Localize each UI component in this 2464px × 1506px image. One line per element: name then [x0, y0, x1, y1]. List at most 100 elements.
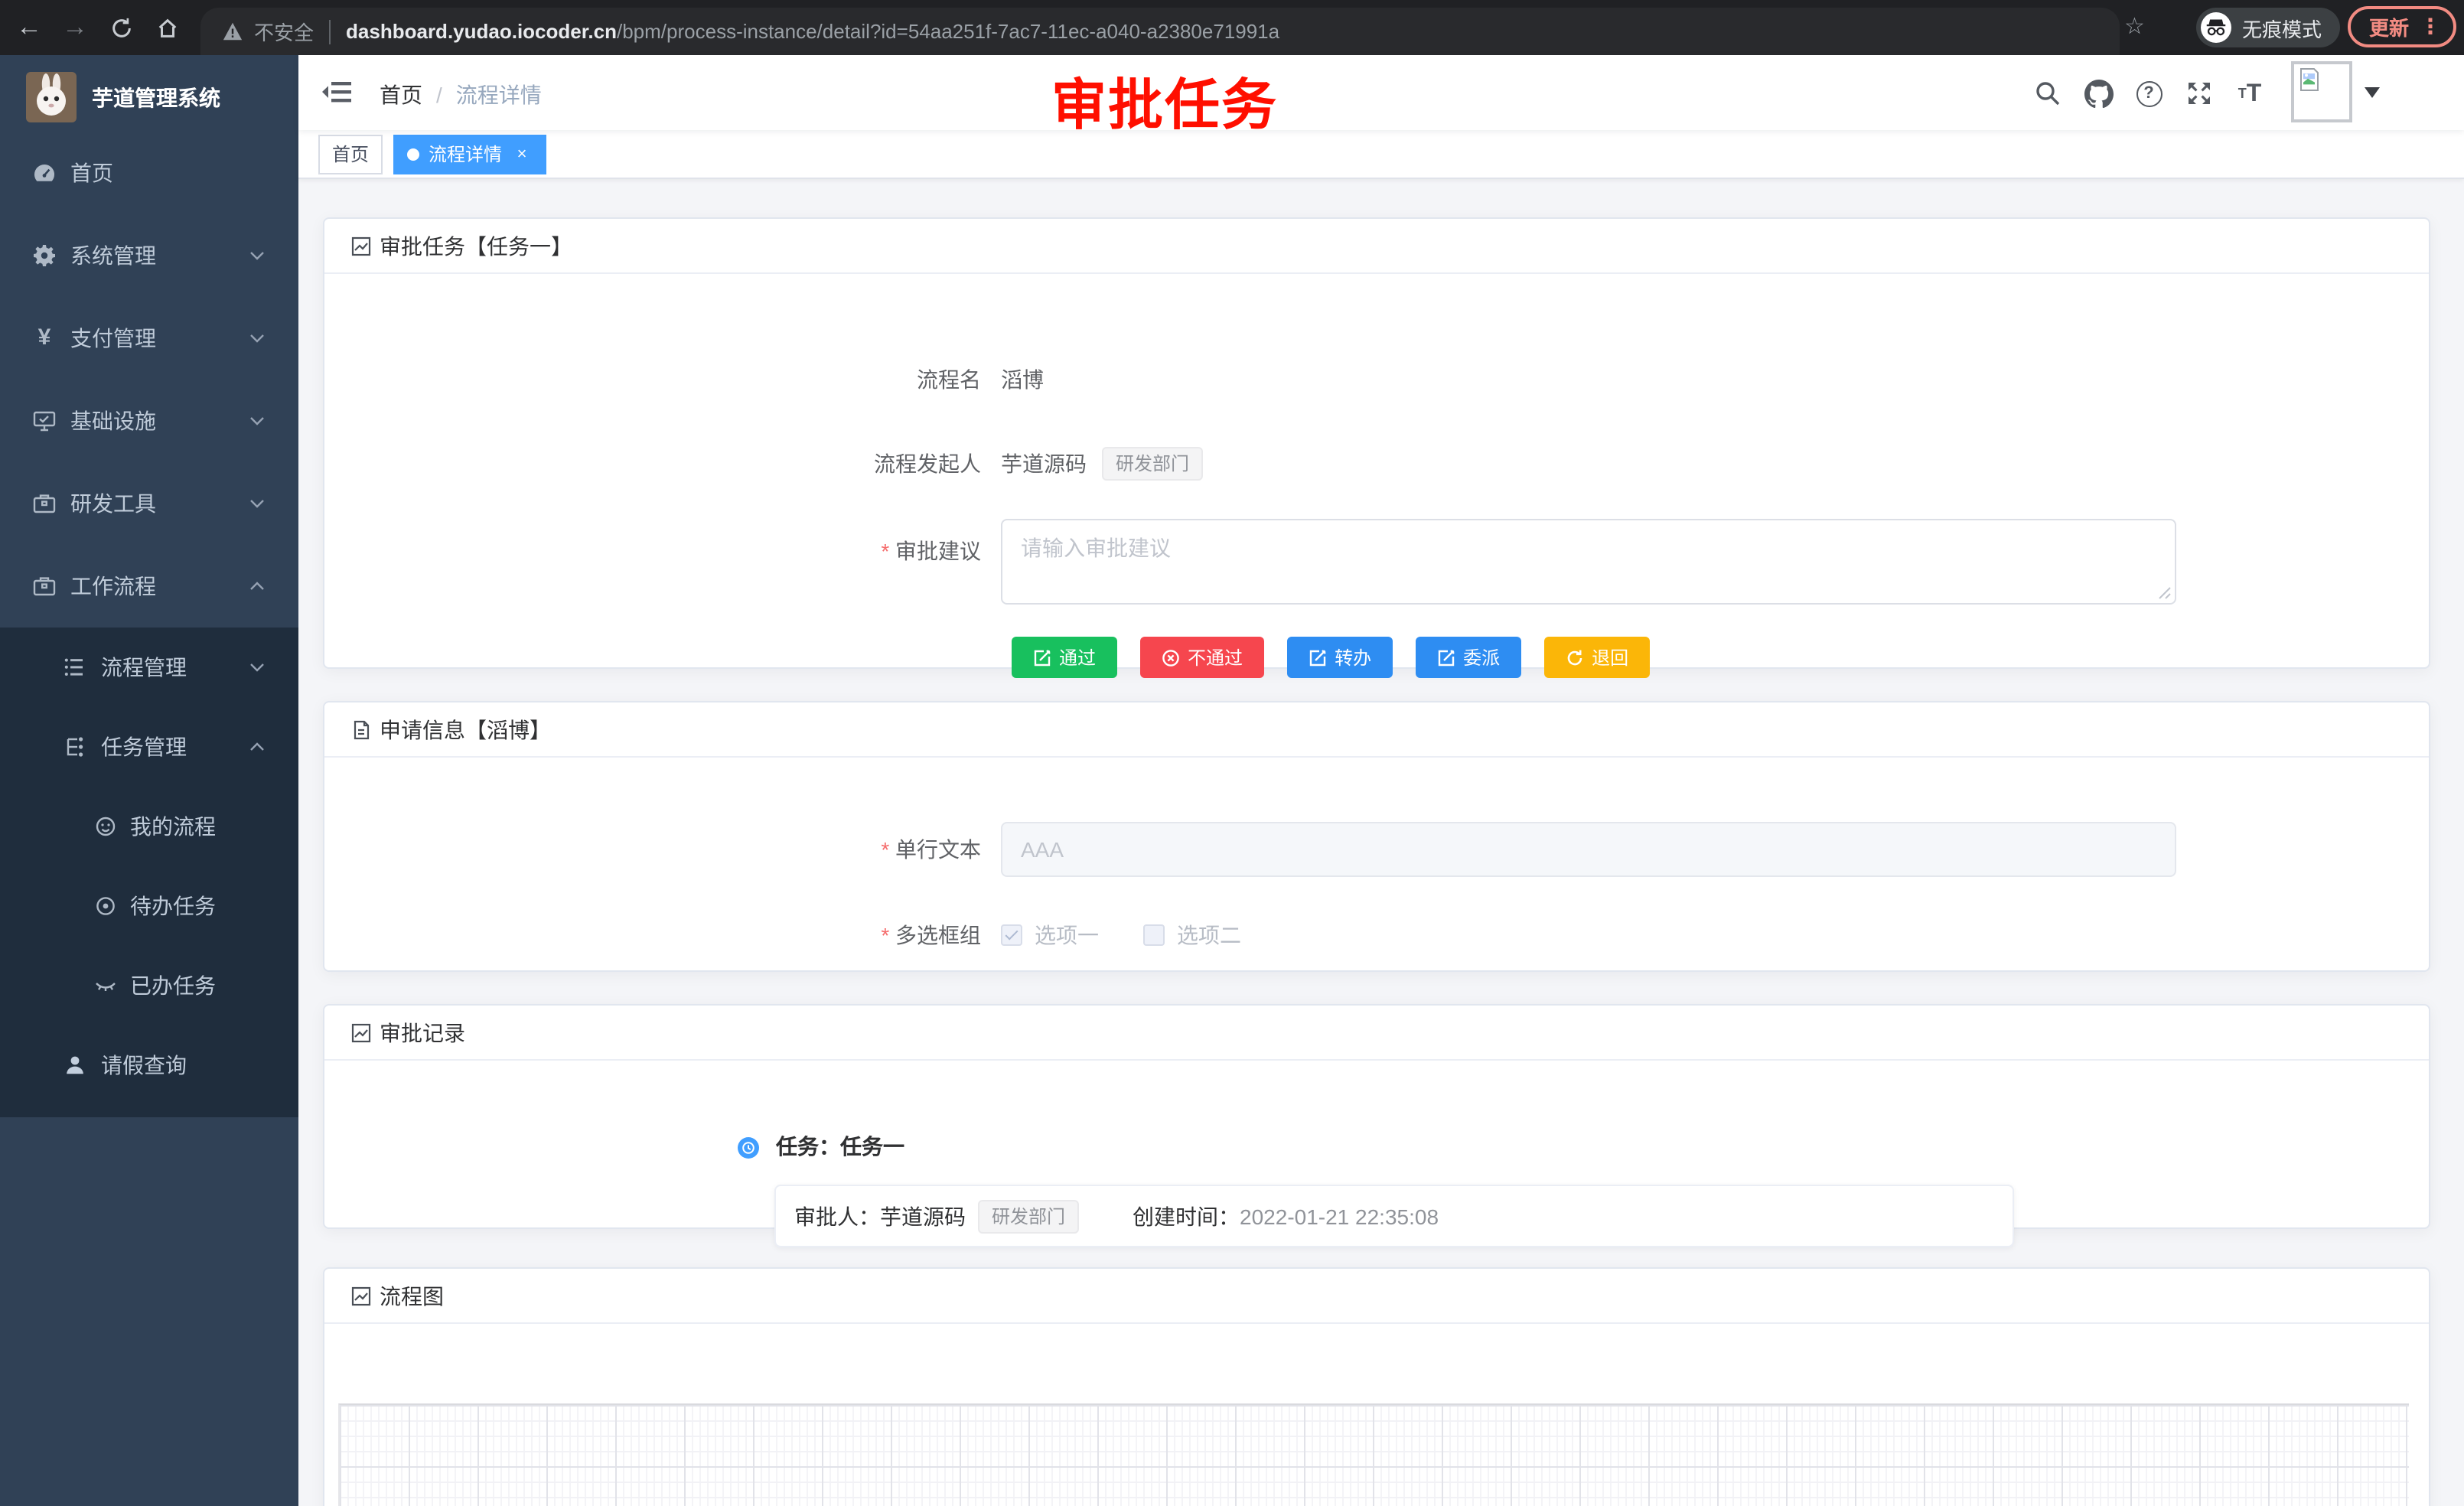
- sidebar-item-label: 支付管理: [70, 323, 156, 354]
- sidebar-item-label: 已办任务: [130, 970, 216, 1001]
- browser-reload-button[interactable]: [104, 11, 138, 44]
- sidebar-item-dev-tools[interactable]: 研发工具: [0, 462, 298, 545]
- field-label-required: 单行文本: [324, 833, 981, 866]
- field-label-required: 多选框组: [324, 918, 981, 952]
- fullscreen-button[interactable]: [2184, 78, 2215, 109]
- sidebar-item-label: 待办任务: [130, 891, 216, 921]
- field-label: 流程名: [324, 363, 981, 396]
- button-label: 退回: [1592, 644, 1628, 670]
- task-title: 任务：任务一: [776, 1131, 904, 1162]
- user-avatar[interactable]: [2291, 61, 2352, 122]
- screenshot-root: ← → 不安全 dashboard.yudao.iocoder.cn/bpm/p…: [0, 0, 2464, 1506]
- checkbox-label: 选项二: [1177, 918, 1241, 952]
- sidebar-item-payment[interactable]: ¥ 支付管理: [0, 297, 298, 380]
- created-label: 创建时间：: [1133, 1201, 1240, 1231]
- sidebar-item-label: 研发工具: [70, 488, 156, 519]
- browser-menu-icon[interactable]: ⋮: [2420, 14, 2441, 40]
- card-header: 申请信息【滔博】: [324, 702, 2429, 758]
- field-label-required: 审批建议: [324, 534, 981, 568]
- dashboard-icon: [32, 161, 57, 185]
- security-warning-icon: [222, 21, 243, 41]
- browser-home-button[interactable]: [150, 11, 184, 44]
- sidebar-item-task-management[interactable]: 任务管理: [0, 707, 298, 787]
- list-tree-icon: [63, 655, 87, 680]
- reject-button[interactable]: 不通过: [1140, 637, 1264, 678]
- button-label: 委派: [1463, 644, 1500, 670]
- fork-nodes-icon: [63, 735, 87, 759]
- sidebar-item-todo-tasks[interactable]: 待办任务: [0, 866, 298, 946]
- incognito-icon: [2201, 12, 2231, 43]
- sidebar-item-process-management[interactable]: 流程管理: [0, 628, 298, 707]
- sidebar-item-leave-query[interactable]: 请假查询: [0, 1025, 298, 1105]
- reload-icon: [109, 16, 132, 39]
- yen-icon: ¥: [32, 326, 57, 350]
- browser-update-button[interactable]: 更新 ⋮: [2348, 6, 2456, 47]
- github-icon: [2084, 79, 2113, 108]
- form-row-initiator: 流程发起人 芋道源码 研发部门: [324, 447, 2429, 481]
- avatar-caret-down-icon[interactable]: [2365, 87, 2380, 106]
- picture-icon: [350, 1022, 372, 1043]
- gear-icon: [32, 243, 57, 268]
- picture-icon: [350, 1285, 372, 1306]
- address-divider: [329, 19, 331, 44]
- font-size-button[interactable]: TT: [2234, 78, 2265, 109]
- card-header: 流程图: [324, 1269, 2429, 1324]
- hamburger-icon[interactable]: [321, 77, 352, 107]
- tags-view-bar: 首页 流程详情 ×: [298, 130, 2464, 179]
- sidebar-item-done-tasks[interactable]: 已办任务: [0, 946, 298, 1025]
- sidebar-item-system[interactable]: 系统管理: [0, 214, 298, 297]
- github-link[interactable]: [2083, 78, 2114, 109]
- clock-icon: [741, 1140, 756, 1156]
- bookmark-star-icon[interactable]: ☆: [2124, 12, 2145, 40]
- single-line-text-input[interactable]: [1001, 822, 2176, 877]
- chevron-down-icon: [249, 499, 265, 508]
- address-bar[interactable]: 不安全 dashboard.yudao.iocoder.cn/bpm/proce…: [200, 8, 2120, 55]
- sidebar-item-workflow[interactable]: 工作流程: [0, 545, 298, 628]
- tab-close-icon[interactable]: ×: [511, 143, 533, 165]
- briefcase-icon: [32, 574, 57, 598]
- breadcrumb-home[interactable]: 首页: [380, 80, 422, 110]
- page-content: 审批任务【任务一】 流程名 滔博 流程发起人 芋道源码 研发部门: [298, 179, 2464, 1506]
- card-header: 审批任务【任务一】: [324, 219, 2429, 274]
- sidebar-item-home[interactable]: 首页: [0, 132, 298, 214]
- chevron-down-icon: [249, 251, 265, 260]
- sidebar-item-label: 系统管理: [70, 240, 156, 271]
- edit-icon: [1033, 648, 1051, 667]
- search-icon: [2034, 80, 2061, 107]
- help-button[interactable]: ?: [2133, 78, 2164, 109]
- sidebar-menu: 首页 系统管理 ¥ 支付管理 基础设施: [0, 132, 298, 1117]
- record-detail-card: 审批人： 芋道源码 研发部门 创建时间： 2022-01-21 22:35:08: [774, 1185, 2014, 1247]
- return-button[interactable]: 退回: [1544, 637, 1650, 678]
- url-domain: dashboard.yudao.iocoder.cn: [346, 20, 617, 43]
- suggestion-textarea[interactable]: [1001, 519, 2176, 605]
- transfer-button[interactable]: 转办: [1287, 637, 1393, 678]
- sidebar-item-infrastructure[interactable]: 基础设施: [0, 380, 298, 462]
- dept-tag: 研发部门: [978, 1199, 1079, 1233]
- header-search-button[interactable]: [2032, 78, 2063, 109]
- active-tab-dot: [407, 148, 419, 160]
- breadcrumb: 首页 / 流程详情: [380, 80, 542, 110]
- tab-process-detail[interactable]: 流程详情 ×: [393, 134, 546, 174]
- bpmn-grid-canvas[interactable]: [338, 1403, 2409, 1506]
- sidebar-item-label: 基础设施: [70, 406, 156, 436]
- checkbox-option-1[interactable]: [1001, 924, 1022, 946]
- tab-home[interactable]: 首页: [318, 134, 383, 174]
- approve-button[interactable]: 通过: [1012, 637, 1117, 678]
- button-label: 不通过: [1188, 644, 1243, 670]
- url-path: /bpm/process-instance/detail?id=54aa251f…: [617, 20, 1279, 43]
- face-icon: [93, 814, 118, 839]
- sidebar-item-my-processes[interactable]: 我的流程: [0, 787, 298, 866]
- sidebar-item-label: 任务管理: [101, 732, 187, 762]
- chevron-down-icon: [249, 416, 265, 425]
- app-logo[interactable]: 芋道管理系统: [0, 55, 298, 139]
- eye-open-icon: [93, 894, 118, 918]
- approval-actions: 通过 不通过 转办 委: [1012, 637, 1650, 678]
- checkbox-option-2[interactable]: [1143, 924, 1165, 946]
- font-size-big-glyph: T: [2247, 82, 2262, 105]
- created-value: 2022-01-21 22:35:08: [1240, 1204, 1439, 1228]
- browser-back-button[interactable]: ←: [12, 11, 46, 44]
- delegate-button[interactable]: 委派: [1416, 637, 1521, 678]
- browser-forward-button[interactable]: →: [58, 11, 92, 44]
- form-row-process-name: 流程名 滔博: [324, 363, 2429, 396]
- browser-chrome: ← → 不安全 dashboard.yudao.iocoder.cn/bpm/p…: [0, 0, 2464, 55]
